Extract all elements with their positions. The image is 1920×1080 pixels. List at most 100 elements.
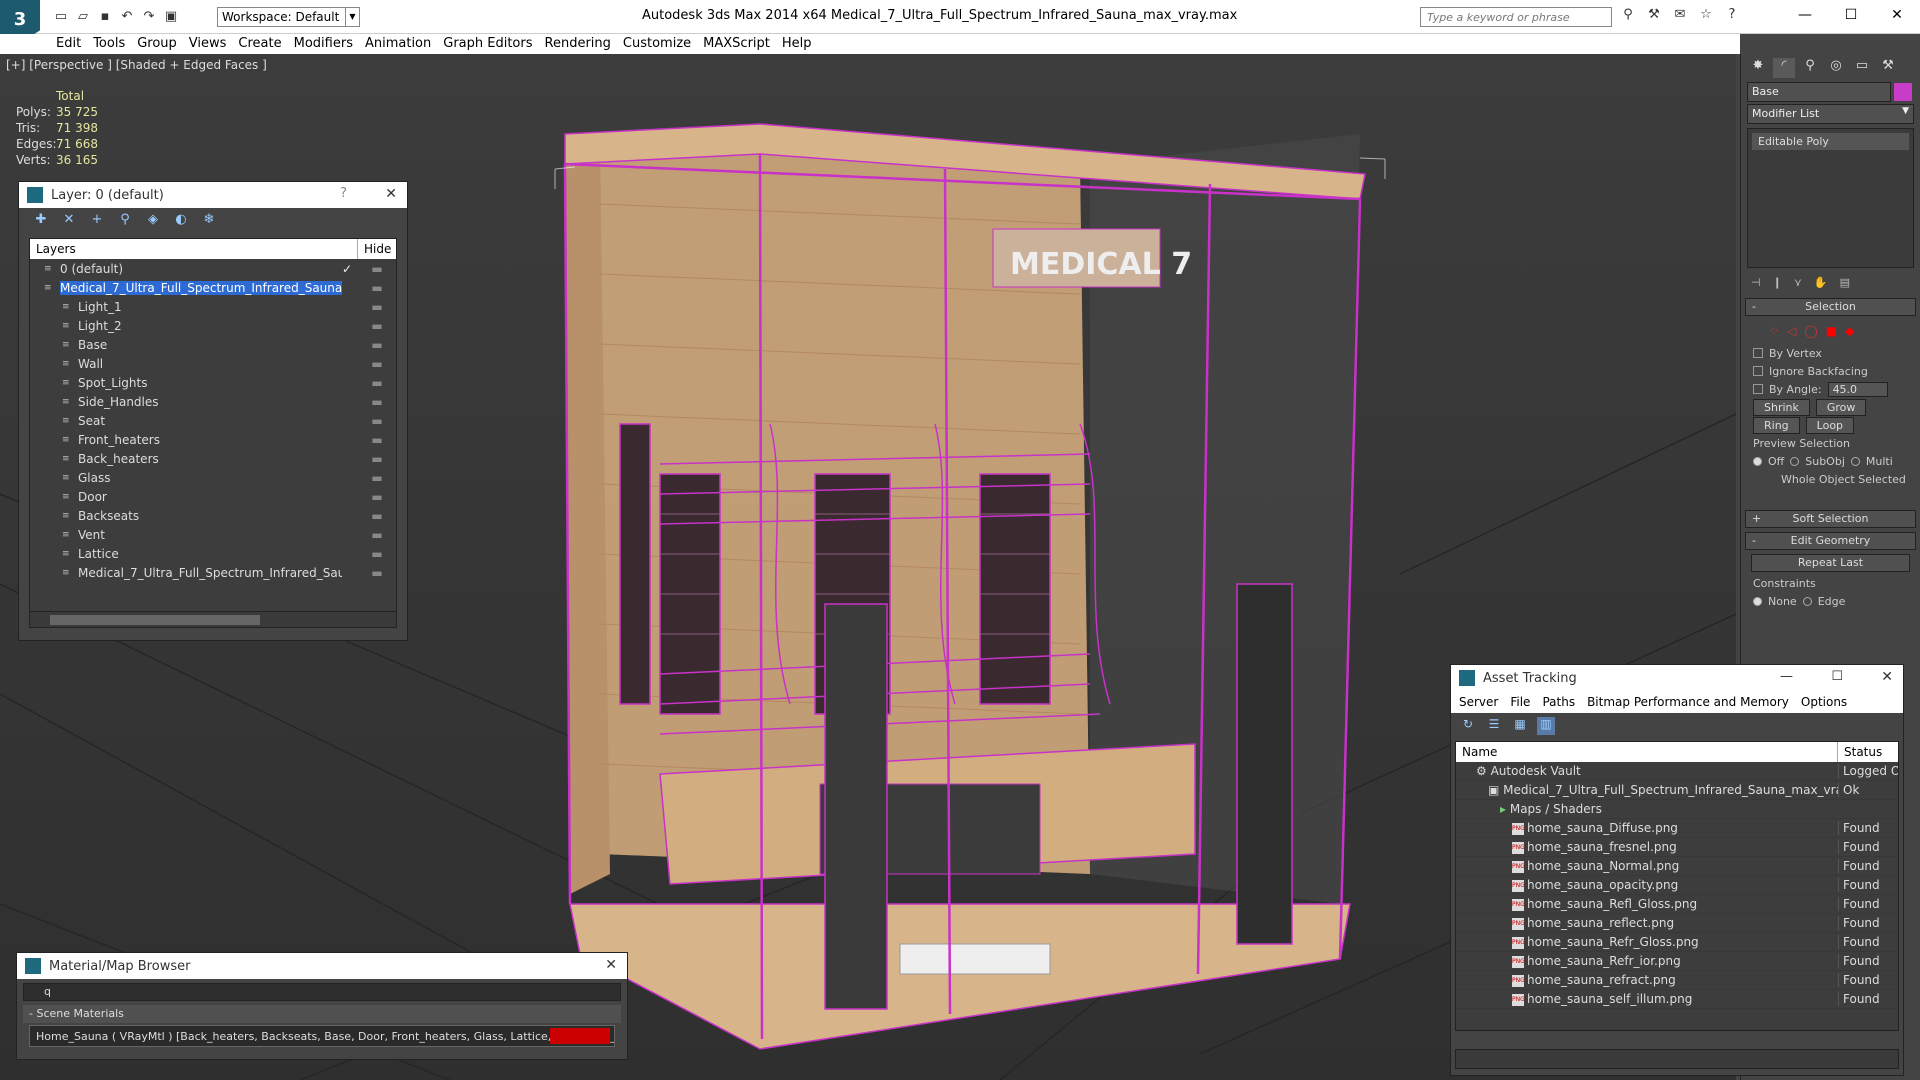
layer-row[interactable]: ≡ Lattice ▬	[30, 544, 396, 563]
radio-subobj[interactable]	[1790, 456, 1800, 466]
by-vertex-option[interactable]: By Vertex	[1741, 344, 1920, 362]
open-file-icon[interactable]: ▱	[74, 7, 92, 25]
menu-item-customize[interactable]: Customize	[623, 34, 703, 54]
redo-icon[interactable]: ↷	[140, 7, 158, 25]
asset-menu-server[interactable]: Server	[1459, 695, 1498, 709]
asset-row[interactable]: PNG home_sauna_Refr_ior.png Found	[1456, 952, 1898, 971]
polygon-icon[interactable]: ■	[1826, 324, 1837, 340]
pin-stack-icon[interactable]: ⊣	[1751, 276, 1761, 290]
layer-row[interactable]: ≡ Light_2 ▬	[30, 316, 396, 335]
utilities-tab-icon[interactable]: ⚒	[1877, 58, 1899, 78]
asset-row[interactable]: PNG home_sauna_self_illum.png Found	[1456, 990, 1898, 1009]
delete-layer-icon[interactable]: ✕	[59, 212, 79, 232]
menu-item-tools[interactable]: Tools	[93, 34, 137, 54]
refresh-icon[interactable]: ↻	[1459, 717, 1477, 735]
app-logo-button[interactable]: 3	[0, 0, 40, 38]
remove-modifier-icon[interactable]: ✋	[1814, 276, 1828, 290]
material-search-input[interactable]: q	[23, 983, 621, 1001]
layer-hide-toggle[interactable]: ▬	[358, 319, 396, 333]
layer-current-check[interactable]: ✓	[342, 262, 358, 276]
layer-hide-toggle[interactable]: ▬	[358, 338, 396, 352]
save-file-icon[interactable]: ▪	[96, 7, 114, 25]
element-icon[interactable]: ◆	[1845, 324, 1854, 340]
selection-rollout[interactable]: - Selection	[1745, 298, 1916, 316]
help-icon[interactable]: ?	[340, 186, 347, 201]
layer-hide-toggle[interactable]: ▬	[358, 509, 396, 523]
layer-row[interactable]: ≡ Glass ▬	[30, 468, 396, 487]
layer-row[interactable]: ≡ Backseats ▬	[30, 506, 396, 525]
close-icon[interactable]: ✕	[605, 957, 617, 973]
maximize-icon[interactable]: ☐	[1831, 669, 1843, 684]
repeat-last-button[interactable]: Repeat Last	[1751, 554, 1910, 572]
layer-row[interactable]: ≡ Base ▬	[30, 335, 396, 354]
hide-all-icon[interactable]: ◐	[171, 212, 191, 232]
display-tab-icon[interactable]: ▭	[1851, 58, 1873, 78]
edge-icon[interactable]: ◁	[1787, 324, 1796, 340]
checkbox[interactable]	[1753, 366, 1763, 376]
menu-item-group[interactable]: Group	[137, 34, 189, 54]
new-file-icon[interactable]: ▭	[52, 7, 70, 25]
material-browser-titlebar[interactable]: Material/Map Browser ✕	[17, 953, 627, 979]
layer-hide-toggle[interactable]: ▬	[358, 376, 396, 390]
checkbox[interactable]	[1753, 384, 1763, 394]
layer-row[interactable]: ≡ Wall ▬	[30, 354, 396, 373]
border-icon[interactable]: ◯	[1804, 324, 1817, 340]
edit-geometry-rollout[interactable]: - Edit Geometry	[1745, 532, 1916, 550]
asset-menu-options[interactable]: Options	[1801, 695, 1847, 709]
layer-row[interactable]: ≡ Medical_7_Ultra_Full_Spectrum_Infrared_…	[30, 563, 396, 582]
checkbox[interactable]	[1753, 348, 1763, 358]
angle-spinner[interactable]: 45.0	[1827, 381, 1888, 397]
layer-hide-toggle[interactable]: ▬	[358, 490, 396, 504]
modify-tab-icon[interactable]: ◜	[1773, 58, 1795, 78]
layer-hide-toggle[interactable]: ▬	[358, 357, 396, 371]
menu-item-views[interactable]: Views	[189, 34, 239, 54]
menu-item-animation[interactable]: Animation	[365, 34, 443, 54]
ring-button[interactable]: Ring	[1753, 416, 1800, 434]
create-layer-icon[interactable]: ✚	[31, 212, 51, 232]
grow-button[interactable]: Grow	[1815, 398, 1867, 416]
asset-row[interactable]: PNG home_sauna_opacity.png Found	[1456, 876, 1898, 895]
menu-item-edit[interactable]: Edit	[56, 34, 93, 54]
asset-row[interactable]: PNG home_sauna_reflect.png Found	[1456, 914, 1898, 933]
close-icon[interactable]: ✕	[1874, 0, 1920, 30]
layer-list-scrollbar[interactable]	[30, 611, 396, 627]
freeze-all-icon[interactable]: ❄	[199, 212, 219, 232]
layer-hide-toggle[interactable]: ▬	[358, 433, 396, 447]
modifier-list-dropdown[interactable]: Modifier List ▼	[1747, 104, 1914, 124]
menu-item-rendering[interactable]: Rendering	[545, 34, 623, 54]
layer-hide-toggle[interactable]: ▬	[358, 262, 396, 276]
layer-hide-toggle[interactable]: ▬	[358, 395, 396, 409]
col-hide[interactable]: Hide	[358, 239, 396, 259]
asset-row[interactable]: PNG home_sauna_Refr_Gloss.png Found	[1456, 933, 1898, 952]
communication-icon[interactable]: ✉	[1670, 7, 1690, 27]
col-name[interactable]: Name	[1456, 742, 1838, 762]
material-item[interactable]: Home_Sauna ( VRayMtl ) [Back_heaters, Ba…	[29, 1025, 615, 1047]
col-layers[interactable]: Layers	[30, 239, 358, 259]
layer-row[interactable]: ≡ Seat ▬	[30, 411, 396, 430]
asset-row[interactable]: PNG home_sauna_Diffuse.png Found	[1456, 819, 1898, 838]
workspace-dropdown[interactable]: Workspace: Default ▼	[217, 7, 360, 27]
asset-menu-file[interactable]: File	[1510, 695, 1530, 709]
show-end-result-icon[interactable]: ❙	[1773, 276, 1782, 290]
hierarchy-tab-icon[interactable]: ⚲	[1799, 58, 1821, 78]
select-objects-icon[interactable]: ⚲	[115, 212, 135, 232]
layer-row[interactable]: ≡ Medical_7_Ultra_Full_Spectrum_Infrared_…	[30, 278, 396, 297]
scene-materials-group[interactable]: - Scene Materials	[23, 1005, 621, 1023]
layer-hide-toggle[interactable]: ▬	[358, 414, 396, 428]
menu-item-create[interactable]: Create	[238, 34, 293, 54]
layer-hide-toggle[interactable]: ▬	[358, 566, 396, 580]
col-status[interactable]: Status	[1838, 742, 1898, 762]
layer-row[interactable]: ≡ Light_1 ▬	[30, 297, 396, 316]
layer-row[interactable]: ≡ Side_Handles ▬	[30, 392, 396, 411]
search-input[interactable]: Type a keyword or phrase	[1420, 7, 1612, 27]
layer-row[interactable]: ≡ Spot_Lights ▬	[30, 373, 396, 392]
layer-row[interactable]: ≡ Back_heaters ▬	[30, 449, 396, 468]
object-color-swatch[interactable]	[1894, 83, 1912, 101]
motion-tab-icon[interactable]: ◎	[1825, 58, 1847, 78]
subscription-icon[interactable]: ⚒	[1644, 7, 1664, 27]
layer-hide-toggle[interactable]: ▬	[358, 452, 396, 466]
add-to-layer-icon[interactable]: +	[87, 212, 107, 232]
asset-row[interactable]: ⚙ Autodesk Vault Logged O	[1456, 762, 1898, 781]
layer-hide-toggle[interactable]: ▬	[358, 281, 396, 295]
layer-panel-titlebar[interactable]: Layer: 0 (default) ? ✕	[19, 182, 407, 208]
